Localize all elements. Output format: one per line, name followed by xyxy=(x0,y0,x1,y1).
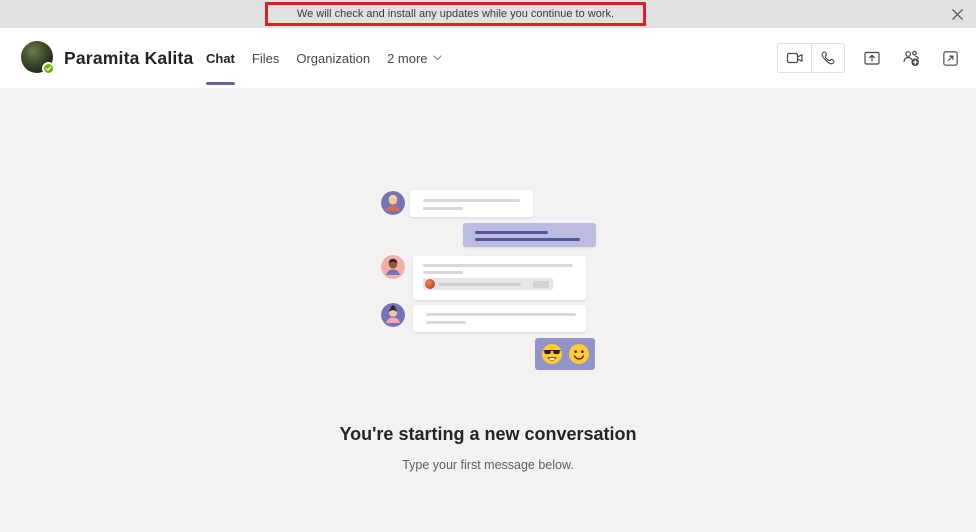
attachment-file-icon xyxy=(425,279,435,289)
tab-more[interactable]: 2 more xyxy=(387,28,442,88)
illustration-avatar-3 xyxy=(381,303,405,327)
teams-chat-window: We will check and install any updates wh… xyxy=(0,0,976,532)
tab-organization[interactable]: Organization xyxy=(296,28,370,88)
illustration-attachment xyxy=(423,278,553,290)
close-icon xyxy=(951,8,963,20)
call-button-group xyxy=(777,43,845,73)
illustration-emoji-bubble xyxy=(535,338,595,370)
illustration-bubble-4 xyxy=(413,305,586,332)
chat-header: Paramita Kalita Chat Files Organization … xyxy=(0,28,976,89)
illustration-bubble-1 xyxy=(410,190,533,217)
window-titlebar: We will check and install any updates wh… xyxy=(0,0,976,28)
close-window-button[interactable] xyxy=(946,3,968,25)
illustration-avatar-2 xyxy=(381,255,405,279)
add-people-icon xyxy=(902,50,919,66)
smiley-emoji-icon xyxy=(568,344,589,364)
update-banner-text: We will check and install any updates wh… xyxy=(296,8,615,20)
phone-icon xyxy=(821,51,835,65)
pop-out-icon xyxy=(942,50,958,66)
audio-call-button[interactable] xyxy=(811,44,844,72)
new-conversation-illustration xyxy=(381,190,596,372)
video-call-button[interactable] xyxy=(778,44,811,72)
illustration-bubble-3 xyxy=(413,256,586,300)
pop-out-chat-button[interactable] xyxy=(938,46,962,70)
share-screen-icon xyxy=(864,51,880,65)
new-conversation-subheading: Type your first message below. xyxy=(402,458,574,472)
update-banner: We will check and install any updates wh… xyxy=(265,2,646,26)
user-avatar[interactable] xyxy=(21,41,55,75)
header-actions xyxy=(777,28,962,88)
chat-tabs: Chat Files Organization 2 more xyxy=(206,28,442,88)
sunglasses-emoji-icon xyxy=(541,344,562,364)
chevron-down-icon xyxy=(432,55,442,61)
share-screen-button[interactable] xyxy=(860,46,884,70)
conversation-area: You're starting a new conversation Type … xyxy=(0,88,976,532)
status-available-icon xyxy=(42,62,55,75)
tab-chat[interactable]: Chat xyxy=(206,28,235,88)
add-people-button[interactable] xyxy=(899,46,923,70)
illustration-avatar-1 xyxy=(381,191,405,215)
illustration-bubble-2 xyxy=(463,223,596,247)
new-conversation-heading: You're starting a new conversation xyxy=(339,424,637,444)
tab-files[interactable]: Files xyxy=(252,28,279,88)
video-camera-icon xyxy=(786,52,803,64)
chat-person-name: Paramita Kalita xyxy=(64,47,194,68)
